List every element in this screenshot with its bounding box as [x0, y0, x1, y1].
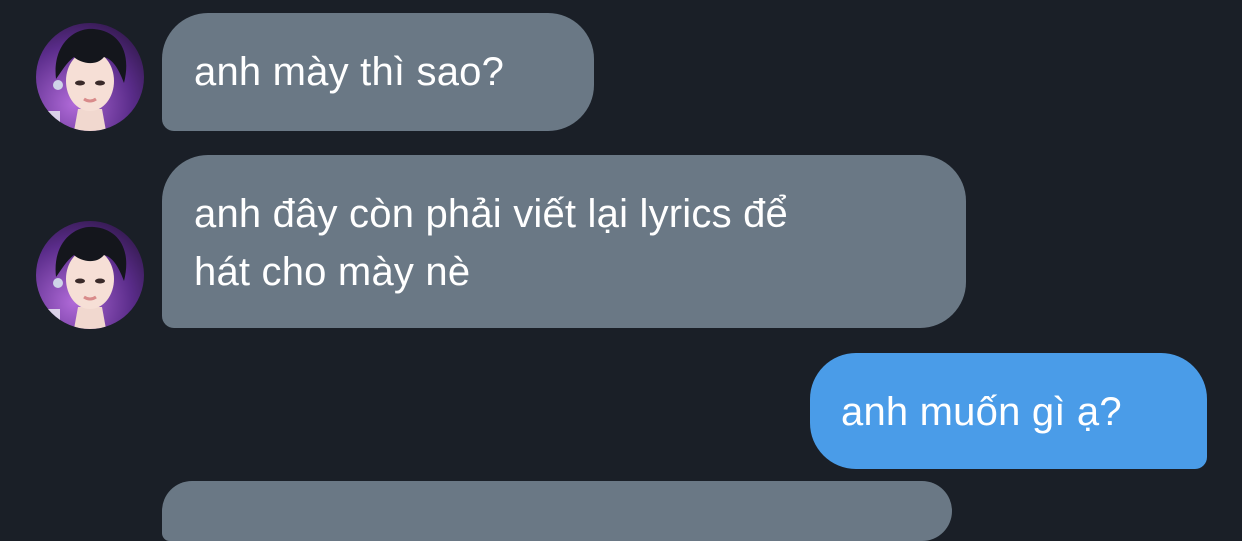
message-bubble-incoming-partial[interactable]	[162, 481, 952, 541]
message-text: anh muốn gì ạ?	[841, 390, 1122, 434]
contact-avatar[interactable]	[36, 221, 144, 329]
message-bubble-incoming[interactable]: anh đây còn phải viết lại lyrics để hát …	[162, 155, 966, 328]
message-bubble-outgoing[interactable]: anh muốn gì ạ?	[810, 353, 1207, 469]
contact-avatar[interactable]	[36, 23, 144, 131]
message-text: anh mày thì sao?	[194, 50, 505, 94]
avatar-image	[36, 23, 144, 131]
avatar-image	[36, 221, 144, 329]
chat-thread: anh mày thì sao? anh đây còn phải viết l…	[0, 0, 1242, 541]
message-bubble-incoming[interactable]: anh mày thì sao?	[162, 13, 594, 131]
message-text-line-1: anh đây còn phải viết lại lyrics để	[194, 192, 788, 236]
message-text-line-2: hát cho mày nè	[194, 250, 471, 294]
